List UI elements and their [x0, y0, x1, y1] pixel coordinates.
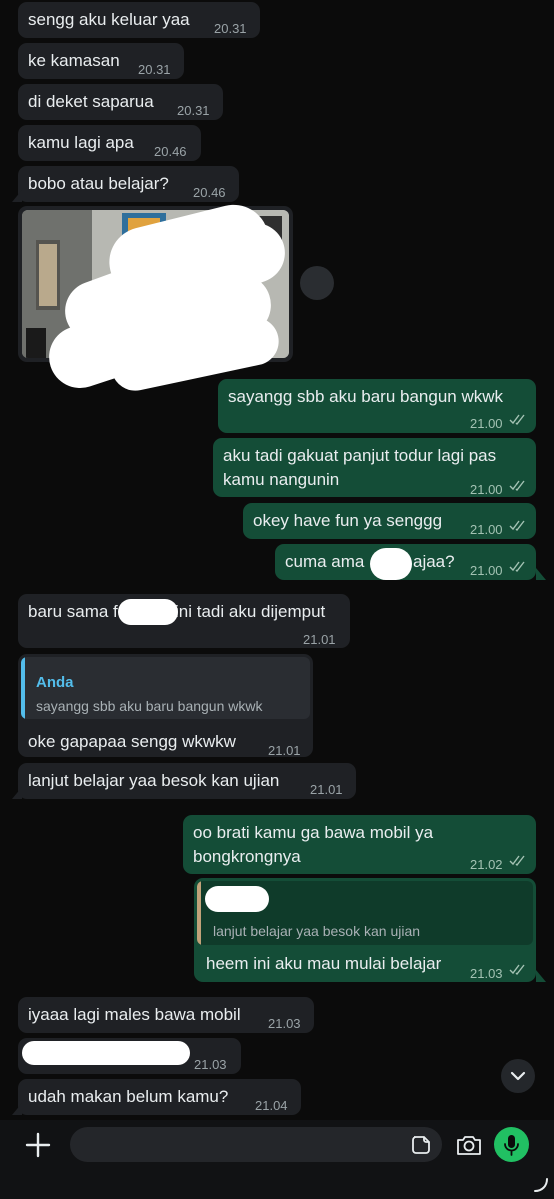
quote-text: lanjut belajar yaa besok kan ujian: [213, 923, 421, 939]
bubble-tail: [536, 568, 546, 580]
privacy-scribble: [22, 1041, 190, 1065]
mic-icon: [504, 1135, 519, 1156]
chevron-down-icon: [510, 1071, 526, 1081]
resize-handle-icon: [534, 1178, 548, 1192]
message-text: okey have fun ya senggg: [253, 511, 443, 530]
message-bubble-incoming[interactable]: sengg aku keluar yaa 20.31: [18, 2, 260, 38]
bubble-tail: [12, 1103, 22, 1115]
message-bubble-outgoing[interactable]: sayangg sbb aku baru bangun wkwk 21.00: [218, 379, 536, 433]
bubble-tail: [536, 970, 546, 982]
message-time: 21.00: [470, 482, 503, 497]
forward-icon[interactable]: [300, 266, 334, 300]
message-time: 21.02: [470, 857, 503, 872]
message-text: ajaa?: [413, 552, 455, 571]
message-time: 20.31: [177, 103, 210, 118]
message-text: oke gapapaa sengg wkwkw: [28, 732, 236, 751]
message-text: sayangg sbb aku baru bangun wkwk: [228, 387, 504, 406]
sticker-icon[interactable]: [410, 1134, 432, 1156]
privacy-scribble: [205, 886, 269, 912]
double-check-icon: [509, 520, 525, 531]
message-text: cuma ama: [285, 552, 365, 571]
double-check-icon: [509, 855, 525, 866]
message-text: bobo atau belajar?: [28, 174, 169, 193]
message-text: lanjut belajar yaa besok kan ujian: [28, 771, 280, 790]
message-text-line: aku tadi gakuat panjut todur lagi pas: [223, 446, 497, 465]
privacy-scribble: [118, 599, 178, 625]
mic-button[interactable]: [494, 1127, 529, 1162]
quote-text: sayangg sbb aku baru bangun wkwk: [36, 698, 263, 714]
message-time: 20.46: [154, 144, 187, 159]
quoted-message[interactable]: Anda sayangg sbb aku baru bangun wkwk: [21, 657, 310, 719]
message-text: udah makan belum kamu?: [28, 1087, 229, 1106]
message-time: 20.31: [138, 62, 171, 77]
message-bubble-outgoing[interactable]: oo brati kamu ga bawa mobil ya bongkrong…: [183, 815, 536, 874]
message-time: 21.01: [268, 743, 301, 758]
message-bubble-outgoing[interactable]: aku tadi gakuat panjut todur lagi pas ka…: [213, 438, 536, 497]
plus-icon[interactable]: [24, 1131, 52, 1159]
message-bubble-incoming[interactable]: bobo atau belajar? 20.46: [18, 166, 239, 202]
double-check-icon: [509, 414, 525, 425]
double-check-icon: [509, 561, 525, 572]
bubble-tail: [12, 190, 22, 202]
message-text: ini tadi aku dijemput: [175, 602, 326, 621]
message-bubble-incoming[interactable]: ke kamasan 20.31: [18, 43, 184, 79]
privacy-scribble: [370, 548, 412, 580]
message-bubble-incoming[interactable]: baru sama f ini tadi aku dijemput 21.01: [18, 594, 350, 648]
message-time: 21.00: [470, 522, 503, 537]
message-time: 21.01: [310, 782, 343, 797]
message-time: 21.03: [194, 1057, 227, 1072]
message-time: 21.04: [255, 1098, 288, 1113]
message-text-line: bongkrongnya: [193, 847, 301, 866]
message-text-line: oo brati kamu ga bawa mobil ya: [193, 823, 434, 842]
message-text-line: kamu nangunin: [223, 470, 340, 489]
quote-sender: Anda: [36, 674, 74, 691]
message-text: heem ini aku mau mulai belajar: [206, 954, 442, 973]
message-bubble-incoming[interactable]: di deket saparua 20.31: [18, 84, 223, 120]
message-bubble-incoming[interactable]: iyaaa lagi males bawa mobil 21.03: [18, 997, 314, 1033]
double-check-icon: [509, 964, 525, 975]
message-text: baru sama f: [28, 602, 118, 621]
scroll-to-bottom-button[interactable]: [501, 1059, 535, 1093]
quote-bar: [21, 657, 25, 719]
message-text: kamu lagi apa: [28, 133, 134, 152]
message-text: sengg aku keluar yaa: [28, 10, 190, 29]
message-bubble-incoming[interactable]: lanjut belajar yaa besok kan ujian 21.01: [18, 763, 356, 799]
chat-area: sengg aku keluar yaa 20.31 ke kamasan 20…: [0, 0, 554, 1120]
message-text: iyaaa lagi males bawa mobil: [28, 1005, 241, 1024]
message-time: 21.00: [470, 416, 503, 431]
message-time: 20.46: [193, 185, 226, 200]
message-bubble-incoming[interactable]: udah makan belum kamu? 21.04: [18, 1079, 301, 1115]
message-time: 21.00: [470, 563, 503, 578]
message-bubble-outgoing[interactable]: okey have fun ya senggg 21.00: [243, 503, 536, 539]
quote-bar: [197, 881, 201, 945]
message-text: ke kamasan: [28, 51, 120, 70]
camera-icon[interactable]: [455, 1133, 483, 1157]
message-time: 21.03: [470, 966, 503, 981]
message-input[interactable]: [70, 1127, 442, 1162]
message-time: 20.31: [214, 21, 247, 36]
message-bubble-incoming[interactable]: Anda sayangg sbb aku baru bangun wkwk ok…: [18, 654, 313, 758]
message-time: 21.03: [268, 1016, 301, 1031]
message-text: di deket saparua: [28, 92, 154, 111]
message-time: 21.01: [303, 632, 336, 647]
double-check-icon: [509, 480, 525, 491]
message-bubble-incoming[interactable]: kamu lagi apa 20.46: [18, 125, 201, 161]
